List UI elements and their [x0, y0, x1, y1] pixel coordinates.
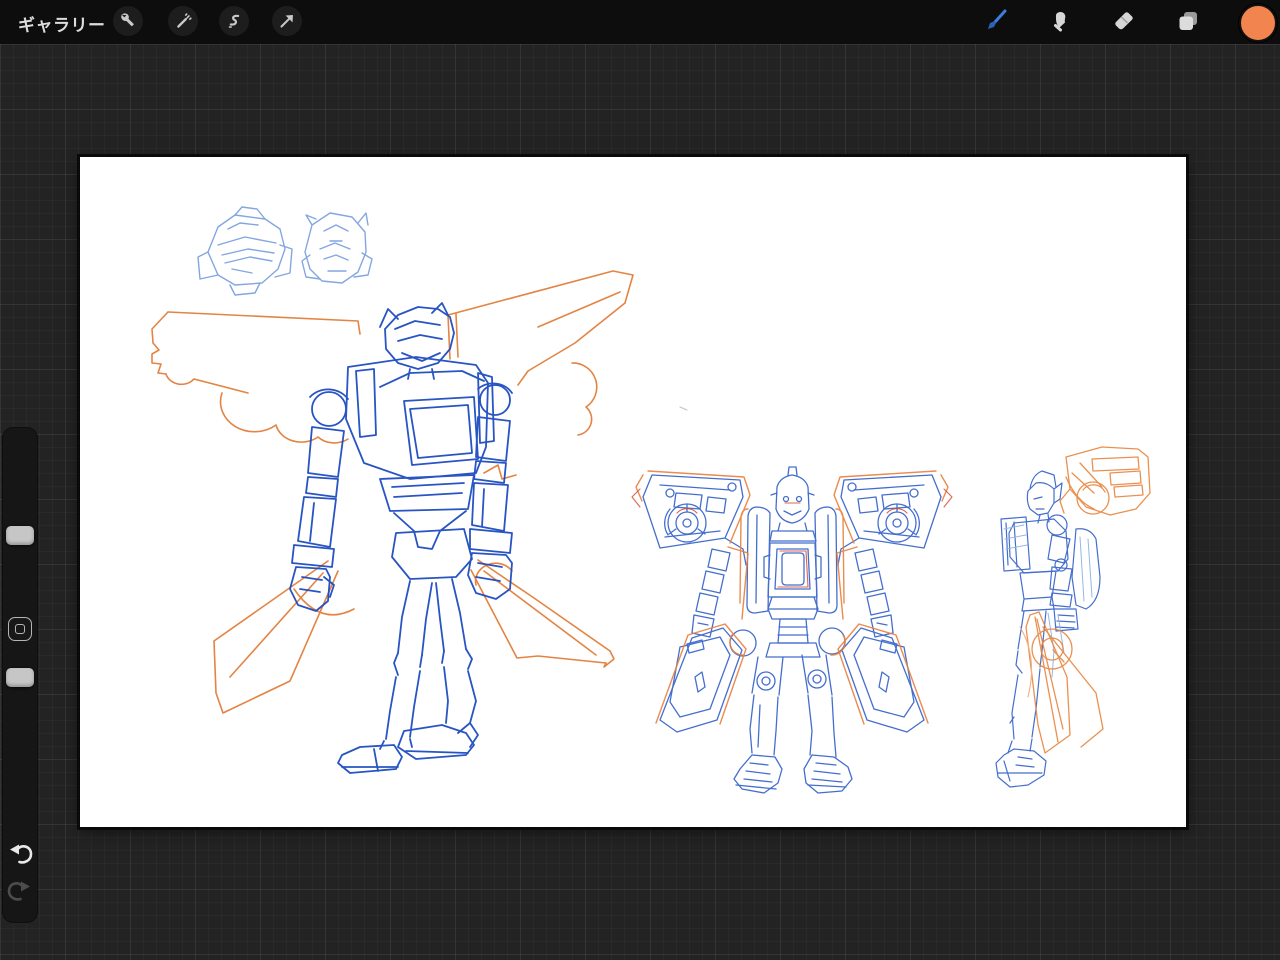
transform-arrow-icon: [276, 10, 298, 32]
transform-button[interactable]: [272, 6, 302, 36]
actions-button[interactable]: [113, 6, 143, 36]
erase-tool-button[interactable]: [1109, 6, 1139, 36]
middle-robot-blue: [643, 467, 941, 793]
selection-s-icon: [223, 10, 245, 32]
modify-button-inner-square: [15, 624, 25, 634]
stray-pencil-mark: [680, 407, 687, 410]
color-swatch[interactable]: [1239, 4, 1277, 42]
adjustments-button[interactable]: [168, 6, 198, 36]
undo-icon: [6, 840, 34, 868]
opacity-handle[interactable]: [6, 668, 34, 687]
magic-wand-icon: [172, 10, 194, 32]
procreate-app: ギャラリー: [0, 0, 1280, 960]
right-robot-orange-parts: [1020, 447, 1150, 753]
undo-button[interactable]: [6, 840, 34, 868]
wrench-icon: [117, 10, 139, 32]
eraser-icon: [1111, 8, 1137, 34]
redo-icon: [6, 877, 34, 905]
smudge-tool-button[interactable]: [1045, 6, 1075, 36]
top-toolbar: ギャラリー: [0, 0, 1280, 44]
layers-button[interactable]: [1173, 6, 1203, 36]
middle-robot-red-accents: [632, 489, 952, 587]
head-study-sketches: [198, 207, 372, 295]
paint-tool-button[interactable]: [981, 6, 1011, 36]
smudge-finger-icon: [1047, 8, 1073, 34]
gallery-button[interactable]: ギャラリー: [18, 11, 106, 36]
drawing-canvas[interactable]: [80, 157, 1186, 827]
paintbrush-icon: [983, 8, 1009, 34]
main-robot-orange-wings: [152, 271, 633, 713]
selection-button[interactable]: [219, 6, 249, 36]
redo-button[interactable]: [6, 877, 34, 905]
modify-button[interactable]: [8, 617, 32, 641]
layers-icon: [1175, 8, 1201, 34]
brush-size-handle[interactable]: [6, 526, 34, 545]
artwork-sketch: [80, 157, 1186, 827]
main-robot-blue: [290, 303, 512, 773]
